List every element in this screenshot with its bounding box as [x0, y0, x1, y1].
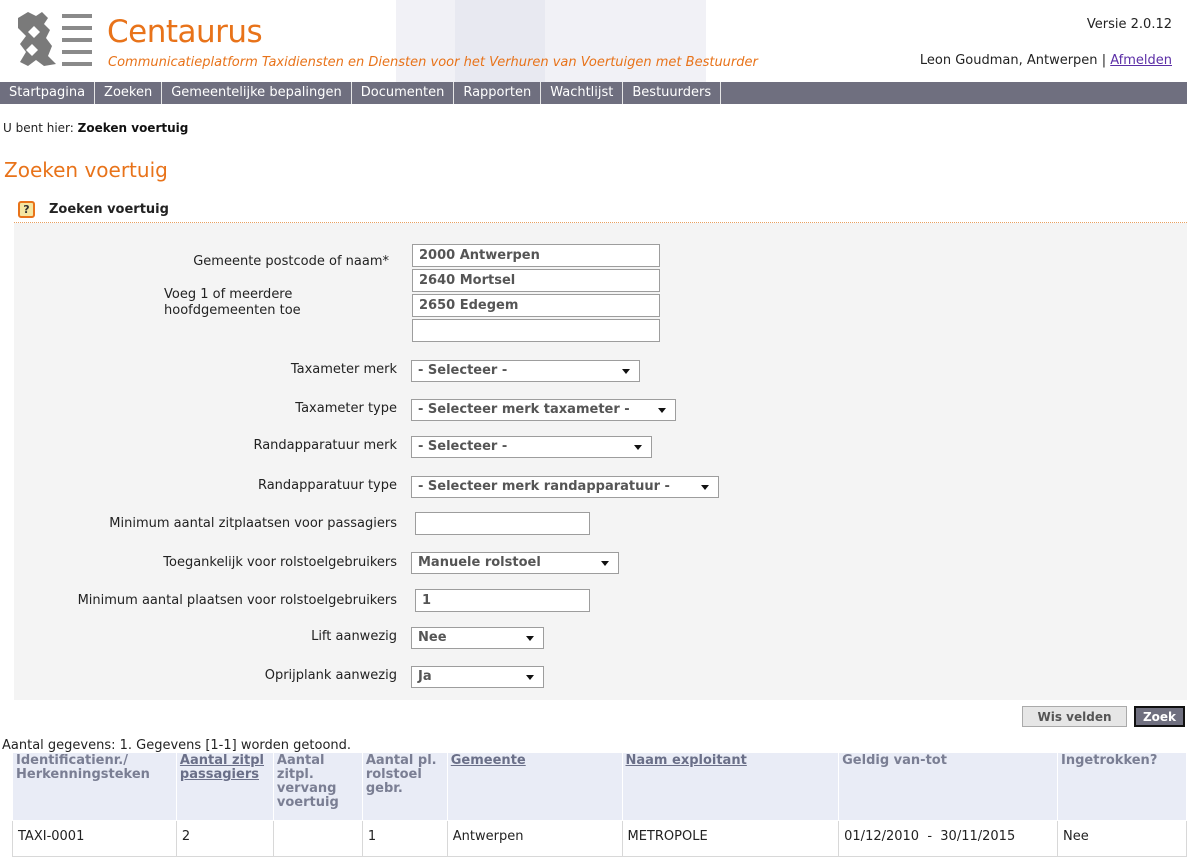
clear-fields-button[interactable]: Wis velden — [1022, 706, 1127, 727]
sort-link-exploitant[interactable]: Naam exploitant — [626, 753, 747, 768]
search-form: Gemeente postcode of naam* Voeg 1 of mee… — [14, 223, 1187, 700]
header: Centaurus Communicatieplatform Taxidiens… — [0, 0, 1187, 82]
oprijplank-value: Ja — [418, 669, 432, 684]
separator: | — [1101, 53, 1107, 68]
rolstoel-value: Manuele rolstoel — [418, 555, 541, 570]
results-table: Identificatienr./ Herkenningsteken Aanta… — [12, 752, 1187, 857]
chevron-down-icon — [634, 445, 642, 450]
gemeente-input-1[interactable]: 2000 Antwerpen — [412, 244, 660, 267]
search-button[interactable]: Zoek — [1134, 706, 1185, 727]
column-header-geldig: Geldig van-tot — [838, 752, 1059, 821]
rand-type-select[interactable]: - Selecteer merk randapparatuur - — [411, 476, 719, 498]
gemeente-input-3[interactable]: 2650 Edegem — [412, 294, 660, 317]
lift-select[interactable]: Nee — [411, 627, 544, 649]
rolstoel-label: Toegankelijk voor rolstoelgebruikers — [163, 555, 397, 570]
chevron-down-icon — [526, 675, 534, 680]
user-info: Leon Goudman, Antwerpen | Afmelden — [920, 53, 1172, 68]
logout-link[interactable]: Afmelden — [1110, 53, 1172, 68]
taxameter-merk-label: Taxameter merk — [290, 362, 397, 377]
oprijplank-select[interactable]: Ja — [411, 666, 544, 688]
cell-vervang — [272, 820, 363, 857]
rolstoel-select[interactable]: Manuele rolstoel — [411, 552, 619, 574]
cell-ingetrokken: Nee — [1057, 820, 1187, 857]
nav-item-startpagina[interactable]: Startpagina — [0, 82, 96, 104]
gemeente-label: Gemeente postcode of naam* — [193, 254, 389, 269]
nav-item-gemeentelijke-bepalingen[interactable]: Gemeentelijke bepalingen — [162, 82, 352, 104]
help-icon[interactable]: ? — [18, 201, 35, 218]
gemeente-input-2[interactable]: 2640 Mortsel — [412, 269, 660, 292]
lift-label: Lift aanwezig — [311, 629, 397, 644]
user-name: Leon Goudman, Antwerpen — [919, 53, 1098, 68]
version-label: Versie 2.0.12 — [1086, 17, 1172, 32]
taxameter-type-select[interactable]: - Selecteer merk taxameter - — [411, 399, 676, 421]
nav-item-rapporten[interactable]: Rapporten — [454, 82, 542, 104]
page-title: Zoeken voertuig — [4, 158, 168, 182]
app-title: Centaurus — [107, 14, 263, 50]
flemish-lion-logo-icon — [18, 12, 92, 66]
sort-link-gemeente[interactable]: Gemeente — [451, 753, 526, 768]
column-header-zitpl[interactable]: Aantal zitpl passagiers — [175, 752, 274, 821]
table-row[interactable]: TAXI-0001 2 1 Antwerpen METROPOLE 01/12/… — [12, 820, 1187, 857]
oprijplank-label: Oprijplank aanwezig — [264, 668, 397, 683]
column-header-ingetrokken: Ingetrokken? — [1057, 752, 1187, 821]
chevron-down-icon — [526, 636, 534, 641]
chevron-down-icon — [658, 408, 666, 413]
column-header-id: Identificatienr./ Herkenningsteken — [12, 752, 177, 821]
cell-id[interactable]: TAXI-0001 — [12, 820, 177, 857]
rand-merk-label: Randapparatuur merk — [253, 438, 397, 453]
sort-link-zitpl[interactable]: Aantal zitpl passagiers — [180, 753, 264, 782]
cell-geldig: 01/12/2010 - 30/11/2015 — [838, 820, 1059, 857]
taxameter-type-value: - Selecteer merk taxameter - — [418, 402, 630, 417]
column-header-gemeente[interactable]: Gemeente — [446, 752, 623, 821]
cell-zitpl: 2 — [175, 820, 274, 857]
section-title: Zoeken voertuig — [49, 202, 169, 217]
gemeente-input-4[interactable] — [412, 319, 660, 342]
breadcrumb-prefix: U bent hier: — [3, 121, 74, 135]
rand-type-value: - Selecteer merk randapparatuur - — [418, 479, 670, 494]
nav-item-zoeken[interactable]: Zoeken — [95, 82, 163, 104]
nav-item-wachtlijst[interactable]: Wachtlijst — [541, 82, 624, 104]
result-count: Aantal gegevens: 1. Gegevens [1-1] worde… — [2, 738, 352, 753]
app-subtitle: Communicatieplatform Taxidiensten en Die… — [108, 55, 758, 70]
nav-item-documenten[interactable]: Documenten — [352, 82, 455, 104]
nav-item-bestuurders[interactable]: Bestuurders — [623, 82, 722, 104]
min-rolstoel-input[interactable]: 1 — [415, 589, 590, 612]
chevron-down-icon — [622, 369, 630, 374]
rand-merk-select[interactable]: - Selecteer - — [411, 436, 652, 458]
column-header-exploitant[interactable]: Naam exploitant — [621, 752, 840, 821]
chevron-down-icon — [701, 485, 709, 490]
lift-value: Nee — [418, 630, 447, 645]
section-header: ? Zoeken voertuig — [18, 201, 169, 218]
breadcrumb-current: Zoeken voertuig — [77, 121, 189, 135]
breadcrumb: U bent hier: Zoeken voertuig — [3, 121, 188, 135]
cell-rolstoel: 1 — [361, 820, 448, 857]
min-zitplaatsen-input[interactable] — [415, 512, 590, 535]
rand-merk-value: - Selecteer - — [418, 439, 508, 454]
taxameter-merk-value: - Selecteer - — [418, 363, 508, 378]
min-zitplaatsen-label: Minimum aantal zitplaatsen voor passagie… — [109, 516, 397, 531]
cell-exploitant: METROPOLE — [621, 820, 840, 857]
gemeente-hint: Voeg 1 of meerdere hoofdgemeenten toe — [164, 287, 301, 318]
column-header-rolstoel: Aantal pl. rolstoel gebr. — [361, 752, 448, 821]
taxameter-type-label: Taxameter type — [295, 401, 397, 416]
taxameter-merk-select[interactable]: - Selecteer - — [411, 360, 640, 382]
min-rolstoel-label: Minimum aantal plaatsen voor rolstoelgeb… — [77, 593, 397, 608]
rand-type-label: Randapparatuur type — [257, 478, 397, 493]
main-nav: Startpagina Zoeken Gemeentelijke bepalin… — [0, 82, 1187, 104]
table-header-row: Identificatienr./ Herkenningsteken Aanta… — [12, 752, 1187, 821]
column-header-vervang: Aantal zitpl. vervang voertuig — [272, 752, 363, 821]
cell-gemeente: Antwerpen — [446, 820, 623, 857]
chevron-down-icon — [601, 561, 609, 566]
